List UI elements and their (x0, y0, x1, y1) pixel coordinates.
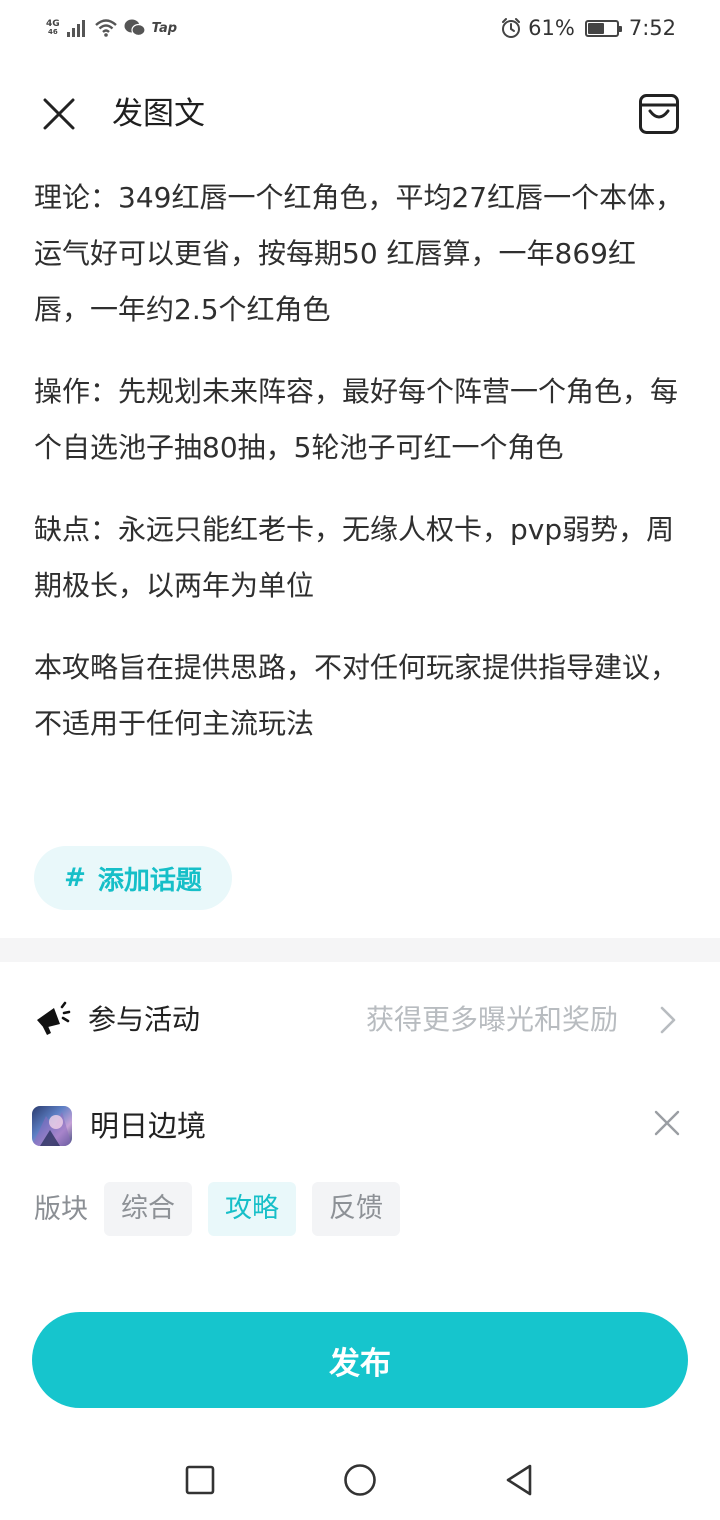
network-type: 4G 46 (46, 20, 60, 36)
battery-icon (584, 19, 622, 37)
megaphone-icon (37, 1001, 71, 1035)
close-icon (43, 98, 75, 130)
close-button[interactable] (38, 93, 80, 135)
battery-fill (587, 22, 604, 34)
nav-recent-icon[interactable] (182, 1462, 218, 1498)
status-left: 4G 46 Tap (46, 14, 177, 42)
activity-hint: 获得更多曝光和奖励 (365, 1003, 618, 1036)
wifi-icon (94, 19, 117, 37)
add-topic-label: 添加话题 (97, 865, 202, 896)
activity-label: 参与活动 (88, 1003, 201, 1036)
chevron-right-icon (660, 1006, 676, 1034)
tap-app-badge: Tap (151, 20, 178, 36)
paragraph: 本攻略旨在提供思路，不对任何玩家提供指导建议，不适用于任何主流玩法 (34, 651, 679, 740)
wechat-icon (124, 19, 146, 37)
header: 发图文 (0, 80, 720, 146)
section-label: 版块 (34, 1194, 88, 1225)
remove-icon[interactable] (652, 1108, 682, 1138)
section-row: 版块 综合 攻略 反馈 (0, 1182, 720, 1236)
battery-percent: 61% (528, 16, 575, 40)
clock-time: 7:52 (628, 16, 676, 40)
hash-icon: # (64, 863, 86, 893)
status-right: 61% 7:52 (500, 14, 676, 42)
post-body[interactable]: 理论：349红唇一个红角色，平均27红唇一个本体，运气好可以更省，按每期50 红… (34, 170, 690, 778)
alarm-icon (502, 18, 521, 38)
paragraph: 操作：先规划未来阵容，最好每个阵营一个角色，每个自选池子抽80抽，5轮池子可红一… (34, 375, 679, 464)
page-title: 发图文 (112, 96, 205, 132)
status-bar: 4G 46 Tap 61% 7:52 (0, 0, 720, 58)
section-chip-guide[interactable]: 攻略 (208, 1182, 296, 1236)
game-row: 明日边境 (0, 1100, 720, 1156)
network-sub-label: 46 (47, 28, 58, 36)
activity-row[interactable]: 参与活动 获得更多曝光和奖励 (0, 990, 720, 1050)
game-name: 明日边境 (90, 1109, 207, 1143)
system-nav-bar (0, 1440, 720, 1520)
signal-icon (66, 20, 85, 37)
bag-button[interactable] (636, 91, 682, 137)
section-divider (0, 938, 720, 962)
section-chip-general[interactable]: 综合 (104, 1182, 192, 1236)
game-logo-icon (32, 1106, 72, 1146)
bag-icon (639, 94, 679, 134)
section-chip-feedback[interactable]: 反馈 (312, 1182, 400, 1236)
nav-home-icon[interactable] (342, 1462, 378, 1498)
nav-back-icon[interactable] (502, 1462, 538, 1498)
paragraph: 缺点：永远只能红老卡，无缘人权卡，pvp弱势，周期极长，以两年为单位 (34, 513, 675, 602)
publish-button[interactable]: 发布 (32, 1312, 688, 1408)
paragraph: 理论：349红唇一个红角色，平均27红唇一个本体，运气好可以更省，按每期50 红… (34, 181, 684, 326)
add-topic-button[interactable]: # 添加话题 (34, 846, 232, 910)
